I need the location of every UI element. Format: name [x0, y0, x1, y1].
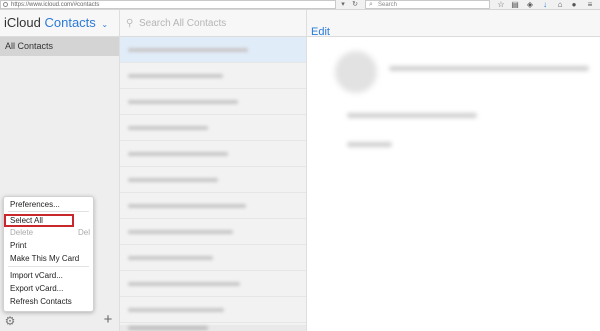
list-item[interactable] [120, 63, 306, 89]
menu-item-delete[interactable]: Delete Del [4, 227, 93, 239]
menu-item-export-vcard[interactable]: Export vCard... [4, 283, 93, 295]
gear-icon[interactable]: ⚙ [3, 314, 17, 328]
select-all-highlight [4, 214, 74, 227]
chevron-down-icon: ⌄ [101, 20, 109, 29]
menu-item-shortcut: Del [77, 228, 90, 237]
list-item[interactable] [120, 193, 306, 219]
search-icon: ⚲ [126, 18, 134, 29]
pocket-icon[interactable]: ◈ [525, 0, 535, 9]
menu-separator [8, 211, 89, 212]
menu-item-refresh-contacts[interactable]: Refresh Contacts [4, 296, 93, 308]
reading-list-icon[interactable]: ▤ [510, 0, 520, 9]
contact-name-blurred [389, 66, 589, 71]
menu-item-label: Make This My Card [10, 254, 80, 263]
avatar [335, 51, 377, 93]
download-icon[interactable]: ↓ [540, 0, 550, 9]
menu-item-preferences[interactable]: Preferences... [4, 199, 93, 211]
list-item[interactable] [120, 115, 306, 141]
list-item[interactable] [120, 141, 306, 167]
home-icon[interactable]: ⌂ [555, 0, 565, 9]
search-contacts-placeholder: Search All Contacts [139, 18, 227, 29]
app-header: iCloud Contacts ⌄ ⚲ Search All Contacts … [0, 10, 600, 38]
search-contacts-input[interactable]: ⚲ Search All Contacts [124, 16, 302, 31]
dropdown-arrow-icon[interactable]: ▾ [338, 0, 348, 9]
menu-item-label: Preferences... [10, 200, 60, 209]
menu-item-label: Import vCard... [10, 271, 63, 280]
star-icon[interactable]: ☆ [496, 0, 506, 9]
info-icon[interactable] [3, 2, 8, 7]
menu-item-make-my-card[interactable]: Make This My Card [4, 253, 93, 265]
contacts-list [120, 37, 306, 331]
list-item[interactable] [120, 297, 306, 323]
menu-item-label: Refresh Contacts [10, 297, 72, 306]
search-icon: ⌕ [369, 1, 373, 8]
list-item[interactable] [120, 245, 306, 271]
menu-icon[interactable]: ≡ [585, 0, 595, 9]
app-title[interactable]: iCloud Contacts ⌄ [4, 15, 108, 33]
list-item[interactable] [120, 219, 306, 245]
plus-icon[interactable]: + [101, 312, 115, 328]
contact-field-blurred [347, 142, 392, 147]
menu-item-label: Export vCard... [10, 284, 64, 293]
list-item[interactable] [120, 89, 306, 115]
menu-item-import-vcard[interactable]: Import vCard... [4, 270, 93, 282]
list-item[interactable] [120, 37, 306, 63]
list-item[interactable] [120, 271, 306, 297]
list-item[interactable] [120, 167, 306, 193]
menu-separator [8, 266, 89, 267]
reload-icon[interactable]: ↻ [350, 0, 360, 9]
browser-toolbar: https://www.icloud.com/#contacts ▾ ↻ ⌕ S… [0, 0, 600, 10]
browser-search-input[interactable]: ⌕ Search [365, 0, 490, 9]
address-bar[interactable]: https://www.icloud.com/#contacts [0, 0, 336, 9]
browser-search-placeholder: Search [378, 2, 398, 8]
chat-icon[interactable]: ● [569, 0, 579, 9]
sidebar-item-all-contacts[interactable]: All Contacts [0, 37, 119, 56]
contact-detail [307, 37, 600, 331]
brand-app-name: Contacts [44, 15, 96, 30]
contact-field-blurred [347, 113, 477, 118]
menu-item-label: Print [10, 241, 27, 250]
address-bar-url: https://www.icloud.com/#contacts [11, 2, 100, 8]
list-section-header [120, 325, 306, 331]
brand-icloud: iCloud [4, 15, 41, 30]
menu-item-print[interactable]: Print [4, 240, 93, 252]
menu-item-label: Delete [10, 228, 34, 237]
